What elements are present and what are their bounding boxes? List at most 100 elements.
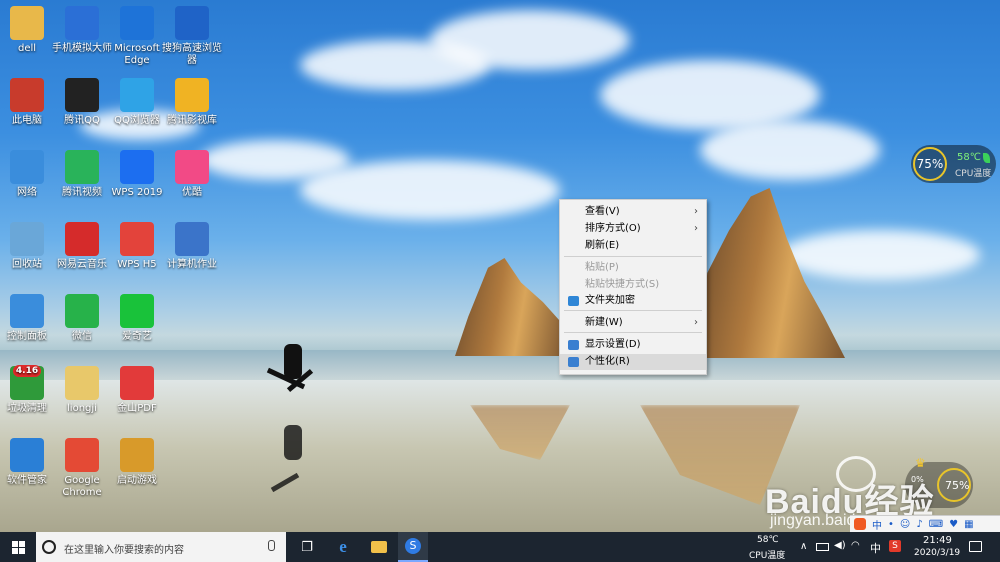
desktop-icon[interactable]: QQ浏览器 xyxy=(107,78,167,127)
edge-icon xyxy=(120,6,154,40)
desktop-icon-label: 腾讯视频 xyxy=(62,187,102,198)
submenu-arrow-icon: › xyxy=(694,206,698,217)
display-icon xyxy=(568,340,579,350)
menu-item[interactable]: 文件夹加密 xyxy=(560,293,706,309)
desktop-icon[interactable]: 网络 xyxy=(0,150,57,199)
desktop-icon-label: 搜狗高速浏览器 xyxy=(162,43,222,66)
taskbar: 在这里输入你要搜索的内容 ❐ e S 58℃ CPU温度 ∧ ◀) ◠ 中 S … xyxy=(0,532,1000,562)
grid-icon[interactable]: ▦ xyxy=(964,519,973,530)
taskbar-file-explorer[interactable] xyxy=(366,532,392,562)
microphone-icon[interactable] xyxy=(268,540,275,551)
desktop-icon-label: 回收站 xyxy=(12,259,42,270)
taskbar-search-box[interactable]: 在这里输入你要搜索的内容 xyxy=(36,532,286,562)
desktop-icon-label: 腾讯影视库 xyxy=(167,115,217,126)
desktop-icon-label: 网易云音乐 xyxy=(57,259,107,270)
start-button[interactable] xyxy=(0,532,36,562)
folder-icon xyxy=(371,541,387,553)
desktop-icon[interactable]: 4.16 垃圾清理 xyxy=(0,365,57,415)
punctuation-icon[interactable]: • xyxy=(888,519,894,530)
windows-logo-icon xyxy=(11,540,25,554)
tray-ime[interactable]: 中 xyxy=(870,540,881,556)
desktop-icon[interactable]: 腾讯视频 xyxy=(52,150,112,199)
skin-icon[interactable]: ♥ xyxy=(949,519,958,530)
badge: 4.16 xyxy=(12,365,42,377)
crown-icon: ♛ xyxy=(915,456,926,470)
ime-toolbar[interactable]: 中 • ☺ ♪ ⌨ ♥ ▦ xyxy=(850,515,1000,532)
runner-reflection xyxy=(284,425,302,460)
desktop-icon[interactable]: 爱奇艺 xyxy=(107,294,167,343)
qq-browser-icon xyxy=(120,78,154,112)
task-view-button[interactable]: ❐ xyxy=(294,532,320,562)
edge-icon: e xyxy=(339,537,347,556)
desktop-icon[interactable]: 手机模拟大师 xyxy=(52,6,112,55)
desktop-icon[interactable]: WPS H5 xyxy=(107,222,167,271)
desktop-icon[interactable]: Microsoft Edge xyxy=(107,6,167,67)
task-view-icon: ❐ xyxy=(301,539,313,555)
sogou-ime-icon[interactable] xyxy=(854,518,866,530)
desktop-icon[interactable]: 软件管家 xyxy=(0,438,57,487)
wifi-icon[interactable]: ◠ xyxy=(851,540,860,551)
menu-item-label: 粘贴(P) xyxy=(585,262,619,273)
desktop-icon[interactable]: liongji xyxy=(52,366,112,415)
desktop-icon[interactable]: 金山PDF xyxy=(107,366,167,415)
desktop-icon[interactable]: 腾讯影视库 xyxy=(162,78,222,127)
notification-icon[interactable] xyxy=(969,541,982,552)
desktop-icon[interactable]: 此电脑 xyxy=(0,78,57,127)
menu-item-label: 查看(V) xyxy=(585,206,620,217)
phone-mouse-icon xyxy=(65,6,99,40)
desktop-icon[interactable]: 微信 xyxy=(52,294,112,343)
desktop-icon[interactable]: 启动游戏 xyxy=(107,438,167,487)
menu-item[interactable]: 查看(V) › xyxy=(560,204,706,220)
cpu-monitor-widget[interactable]: 75% 58℃ CPU温度 xyxy=(911,145,996,183)
taskbar-sogou-browser[interactable]: S xyxy=(398,532,428,562)
volume-icon[interactable]: ◀) xyxy=(834,540,846,551)
desktop-icon[interactable]: 搜狗高速浏览器 xyxy=(162,6,222,67)
cpu-temp-label: CPU温度 xyxy=(955,169,992,179)
menu-item[interactable]: 新建(W) › xyxy=(560,315,706,331)
desktop-icon-label: 微信 xyxy=(72,331,92,342)
taskbar-edge[interactable]: e xyxy=(330,532,356,562)
menu-item[interactable]: 个性化(R) xyxy=(560,354,706,370)
clock-time[interactable]: 21:49 xyxy=(923,535,952,546)
emoji-icon[interactable]: ☺ xyxy=(900,519,910,530)
menu-item[interactable]: 刷新(E) xyxy=(560,238,706,254)
tray-cpu-temp[interactable]: 58℃ xyxy=(757,535,779,545)
software-manager-icon xyxy=(10,438,44,472)
tray-up-arrow-icon[interactable]: ∧ xyxy=(800,541,807,552)
keyboard-icon[interactable]: ⌨ xyxy=(929,519,943,530)
desktop-icon-label: 优酷 xyxy=(182,187,202,198)
voice-icon[interactable]: ♪ xyxy=(916,519,922,530)
menu-item-label: 刷新(E) xyxy=(585,240,620,251)
desktop-icon-label: 手机模拟大师 xyxy=(52,43,112,54)
cpu-usage-gauge: 75% xyxy=(913,147,947,181)
desktop-icon-label: 软件管家 xyxy=(7,475,47,486)
desktop-icon[interactable]: dell xyxy=(0,6,57,55)
video-library-icon xyxy=(175,78,209,112)
tray-sogou-icon[interactable]: S xyxy=(889,540,901,552)
desktop-icon-label: 网络 xyxy=(17,187,37,198)
desktop-icon[interactable]: WPS 2019 xyxy=(107,150,167,199)
folder-lock-icon xyxy=(568,296,579,306)
computer-icon xyxy=(10,78,44,112)
tray-cpu-label[interactable]: CPU温度 xyxy=(749,548,785,561)
ime-lang[interactable]: 中 xyxy=(872,517,882,532)
clock-date[interactable]: 2020/3/19 xyxy=(914,548,960,558)
menu-item: 粘贴(P) xyxy=(560,260,706,276)
desktop-icon[interactable]: Google Chrome xyxy=(52,438,112,499)
menu-item[interactable]: 排序方式(O) › xyxy=(560,221,706,237)
menu-separator xyxy=(564,310,702,311)
wps-icon xyxy=(120,150,154,184)
desktop-icon[interactable]: 腾讯QQ xyxy=(52,78,112,127)
desktop-icon[interactable]: 优酷 xyxy=(162,150,222,199)
desktop-icon-label: WPS 2019 xyxy=(111,187,163,198)
desktop-icon[interactable]: 计算机作业 xyxy=(162,222,222,271)
speed-percent: 75% xyxy=(945,479,970,492)
qq-penguin-icon xyxy=(65,78,99,112)
battery-icon[interactable] xyxy=(816,543,829,551)
desktop-background[interactable]: dell 手机模拟大师 Microsoft Edge 搜狗高速浏览器此电脑 腾讯QQ QQ… xyxy=(0,0,1000,532)
desktop-icon[interactable]: 控制面板 xyxy=(0,294,57,343)
menu-item[interactable]: 显示设置(D) xyxy=(560,337,706,353)
desktop-icon[interactable]: 回收站 xyxy=(0,222,57,271)
desktop-icon[interactable]: 网易云音乐 xyxy=(52,222,112,271)
tencent-video-icon xyxy=(65,150,99,184)
